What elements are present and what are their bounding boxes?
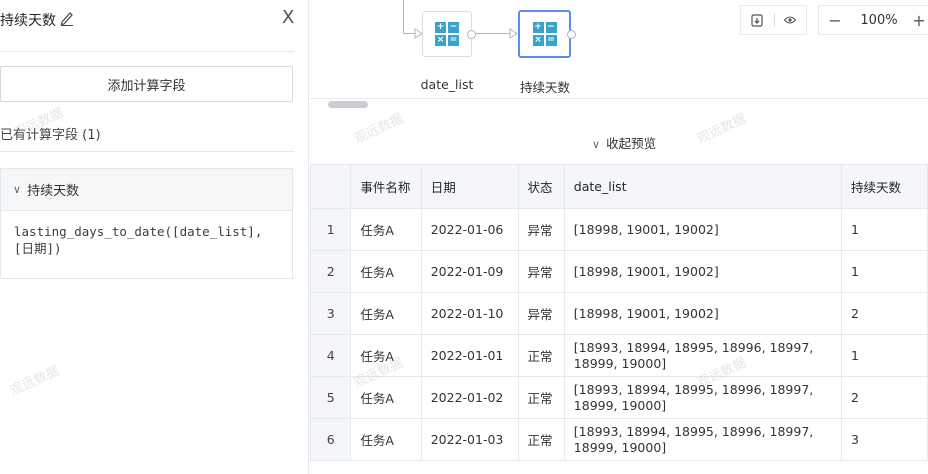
table-cell: 2022-01-06 (420, 208, 519, 251)
column-header[interactable]: 状态 (517, 164, 565, 209)
table-cell: 正常 (517, 334, 565, 377)
zoom-level: 100% (860, 12, 898, 28)
field-card-header[interactable]: ∨ 持续天数 (1, 169, 292, 211)
column-header[interactable]: 持续天数 (840, 164, 928, 209)
calculated-field-panel: 持续天数 X 添加计算字段 已有计算字段 (1) ∨ 持续天数 lasting_… (0, 0, 309, 474)
column-header[interactable]: date_list (563, 164, 842, 209)
table-cell: 任务A (350, 292, 422, 335)
table-cell: 异常 (517, 292, 565, 335)
watermark: 观远数据 (352, 111, 406, 148)
table-cell: 2022-01-10 (420, 292, 519, 335)
table-cell: 2022-01-01 (420, 334, 519, 377)
table-row: 3 任务A 2022-01-10 异常 [18998, 19001, 19002… (309, 292, 928, 335)
row-number: 3 (309, 292, 352, 335)
table-row: 2 任务A 2022-01-09 异常 [18998, 19001, 19002… (309, 250, 928, 293)
table-cell: 任务A (350, 334, 422, 377)
zoom-control: − 100% + (818, 5, 928, 35)
table-cell: [18993, 18994, 18995, 18996, 18997, 1899… (563, 334, 842, 377)
node-label: date_list (420, 77, 474, 92)
divider (0, 51, 294, 52)
table-cell: 异常 (517, 250, 565, 293)
zoom-in-button[interactable]: + (907, 11, 928, 30)
node-lasting-days[interactable]: + − × = (518, 10, 571, 58)
node-label: 持续天数 (519, 80, 570, 95)
node-port[interactable] (567, 30, 576, 39)
table-cell: [18993, 18994, 18995, 18996, 18997, 1899… (563, 418, 842, 461)
table-cell: 2 (840, 292, 928, 335)
row-number: 2 (309, 250, 352, 293)
calculator-icon: + − × = (435, 22, 459, 46)
table-cell: [18998, 19001, 19002] (563, 208, 842, 251)
close-icon[interactable]: X (282, 9, 294, 27)
flow-connector (476, 33, 510, 34)
table-cell: 1 (840, 208, 928, 251)
field-formula[interactable]: lasting_days_to_date([date_list],[日期]) (1, 211, 292, 257)
table-cell: 2022-01-09 (420, 250, 519, 293)
preview-table: 事件名称 日期 状态 date_list 持续天数 1 任务A 2022-01-… (309, 164, 928, 461)
flow-canvas[interactable]: + − × = date_list + − × = 持续天数 − 100% + (310, 0, 928, 100)
column-header[interactable]: 日期 (420, 164, 519, 209)
node-port[interactable] (467, 30, 476, 39)
chevron-down-icon: ∨ (592, 138, 601, 151)
table-row: 4 任务A 2022-01-01 正常 [18993, 18994, 18995… (309, 334, 928, 377)
export-icon[interactable] (741, 6, 774, 34)
field-name: 持续天数 (27, 184, 80, 199)
column-header[interactable]: 事件名称 (350, 164, 422, 209)
table-row: 6 任务A 2022-01-03 正常 [18993, 18994, 18995… (309, 418, 928, 461)
table-cell: [18998, 19001, 19002] (563, 250, 842, 293)
collapse-preview-button[interactable]: ∨ 收起预览 (592, 133, 656, 152)
row-number: 1 (309, 208, 352, 251)
collapse-preview-label: 收起预览 (606, 136, 657, 151)
flow-connector (403, 0, 404, 33)
table-cell: 任务A (350, 250, 422, 293)
watermark: 观远数据 (8, 363, 62, 400)
horizontal-scrollbar[interactable] (328, 101, 368, 108)
table-cell: 2022-01-02 (420, 376, 519, 419)
column-header-index (309, 164, 352, 209)
row-number: 6 (309, 418, 352, 461)
arrow-right-icon (509, 28, 518, 39)
node-date-list[interactable]: + − × = (422, 11, 472, 57)
table-cell: 1 (840, 250, 928, 293)
table-row: 1 任务A 2022-01-06 异常 [18998, 19001, 19002… (309, 208, 928, 251)
calculated-field-card: ∨ 持续天数 lasting_days_to_date([date_list],… (0, 168, 293, 279)
table-cell: 1 (840, 334, 928, 377)
row-number: 5 (309, 376, 352, 419)
table-row: 5 任务A 2022-01-02 正常 [18993, 18994, 18995… (309, 376, 928, 419)
eye-icon[interactable] (774, 6, 806, 34)
table-cell: 3 (840, 418, 928, 461)
existing-fields-label: 已有计算字段 (1) (0, 128, 101, 143)
chevron-down-icon: ∨ (13, 183, 22, 196)
table-cell: 正常 (517, 418, 565, 461)
watermark: 观远数据 (695, 111, 749, 148)
table-cell: [18993, 18994, 18995, 18996, 18997, 1899… (563, 376, 842, 419)
row-number: 4 (309, 334, 352, 377)
divider (0, 151, 294, 152)
add-calculated-field-button[interactable]: 添加计算字段 (0, 66, 293, 102)
table-cell: 2022-01-03 (420, 418, 519, 461)
zoom-out-button[interactable]: − (819, 11, 851, 30)
view-toolbar (740, 5, 807, 35)
divider (310, 98, 928, 99)
calculator-icon: + − × = (532, 22, 557, 46)
table-header-row: 事件名称 日期 状态 date_list 持续天数 (309, 164, 928, 209)
table-cell: 2 (840, 376, 928, 419)
panel-title: 持续天数 (0, 13, 56, 29)
table-cell: 任务A (350, 376, 422, 419)
table-cell: 异常 (517, 208, 565, 251)
table-cell: 正常 (517, 376, 565, 419)
table-cell: [18998, 19001, 19002] (563, 292, 842, 335)
table-cell: 任务A (350, 208, 422, 251)
table-cell: 任务A (350, 418, 422, 461)
edit-pencil-icon[interactable] (60, 10, 74, 26)
